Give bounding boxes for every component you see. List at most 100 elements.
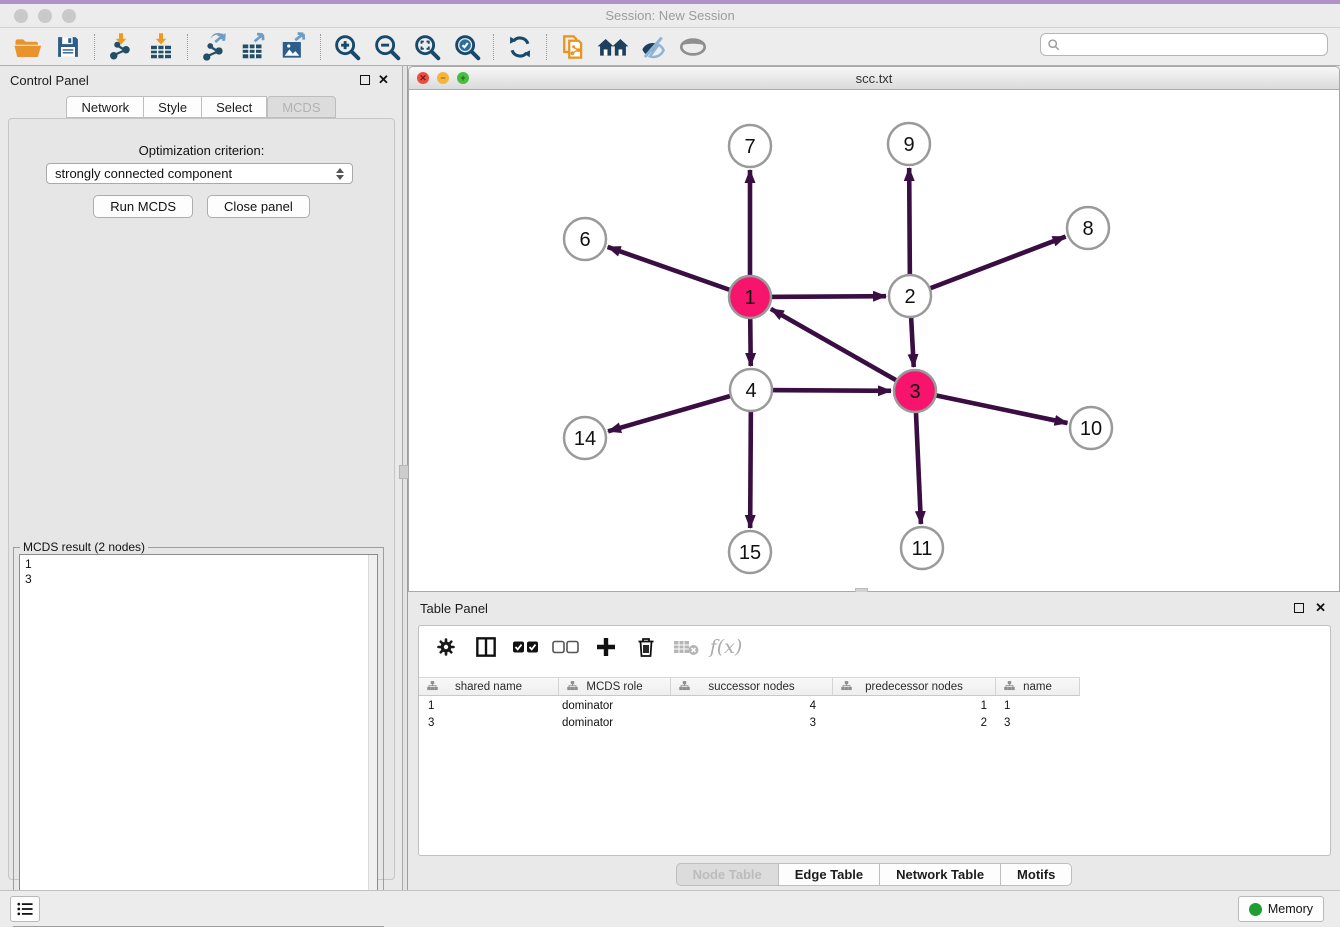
edge-3-10[interactable] [915, 391, 1068, 423]
cell[interactable]: 1 [419, 698, 559, 714]
settings-gear-icon[interactable] [431, 632, 461, 662]
node-7[interactable]: 7 [729, 125, 771, 167]
tab-network-table[interactable]: Network Table [880, 863, 1001, 886]
tab-select[interactable]: Select [202, 96, 267, 118]
node-1[interactable]: 1 [729, 276, 771, 318]
optimization-criterion-select[interactable]: strongly connected component [46, 163, 353, 184]
app-title: Session: New Session [0, 8, 1340, 23]
open-session-icon[interactable] [11, 31, 45, 63]
column-header-name[interactable]: name [996, 678, 1080, 695]
import-table-icon[interactable] [144, 31, 178, 63]
cell[interactable]: dominator [559, 698, 671, 714]
search-input[interactable] [1061, 35, 1327, 54]
select-stepper-icon [336, 168, 344, 180]
node-4[interactable]: 4 [730, 369, 772, 411]
node-6[interactable]: 6 [564, 218, 606, 260]
network-window-titlebar[interactable]: ✕ − + scc.txt [409, 67, 1339, 90]
node-11[interactable]: 11 [901, 527, 943, 569]
select-all-checkboxes-icon[interactable] [511, 632, 541, 662]
export-network-icon[interactable] [197, 31, 231, 63]
table-panel-title: Table Panel [420, 601, 488, 616]
search-box[interactable] [1040, 33, 1328, 56]
mcds-result-box: MCDS result (2 nodes) 1 3 [13, 547, 384, 927]
cell[interactable]: 3 [671, 715, 833, 731]
close-panel-icon[interactable]: ✕ [378, 72, 389, 88]
column-header-predecessor-nodes[interactable]: predecessor nodes [833, 678, 996, 695]
cell[interactable]: dominator [559, 715, 671, 731]
save-session-icon[interactable] [51, 31, 85, 63]
tab-motifs[interactable]: Motifs [1001, 863, 1072, 886]
run-mcds-button[interactable]: Run MCDS [93, 195, 193, 218]
float-table-panel-icon[interactable] [1294, 603, 1304, 613]
show-column-icon[interactable] [471, 632, 501, 662]
svg-text:2: 2 [904, 286, 915, 308]
edge-1-6[interactable] [608, 247, 750, 297]
table-header-row[interactable]: shared name MCDS role successor nodesprede… [419, 677, 1080, 696]
search-icon [1047, 38, 1061, 52]
zoom-in-icon[interactable] [330, 31, 364, 63]
node-14[interactable]: 14 [564, 417, 606, 459]
import-network-icon[interactable] [104, 31, 138, 63]
hide-graphics-details-icon[interactable] [636, 31, 670, 63]
column-header-MCDS-role[interactable]: MCDS role [559, 678, 671, 695]
float-panel-icon[interactable] [360, 75, 370, 85]
cell[interactable]: 2 [833, 715, 996, 731]
list-icon [16, 901, 34, 917]
task-history-button[interactable] [10, 896, 40, 922]
node-table-container: f(x) shared name MCDS role successor nodes… [418, 625, 1331, 856]
add-row-icon[interactable] [591, 632, 621, 662]
cell[interactable]: 3 [996, 715, 1080, 731]
close-table-panel-icon[interactable]: ✕ [1315, 600, 1326, 616]
export-image-icon[interactable] [277, 31, 311, 63]
node-10[interactable]: 10 [1070, 407, 1112, 449]
cell[interactable]: 1 [833, 698, 996, 714]
node-2[interactable]: 2 [889, 275, 931, 317]
tab-mcds[interactable]: MCDS [267, 96, 335, 118]
zoom-fit-icon[interactable] [410, 31, 444, 63]
tab-node-table[interactable]: Node Table [676, 863, 779, 886]
cell[interactable]: 4 [671, 698, 833, 714]
result-scrollbar[interactable] [368, 555, 377, 920]
node-15[interactable]: 15 [729, 531, 771, 573]
hierarchy-icon [426, 680, 439, 693]
network-graph[interactable]: 7 9 6 8 1 2 4 3 14 10 15 11 [409, 90, 1339, 591]
column-label: shared name [455, 681, 522, 693]
close-panel-button[interactable]: Close panel [207, 195, 310, 218]
apply-preferred-layout-icon[interactable] [503, 31, 537, 63]
tab-edge-table[interactable]: Edge Table [779, 863, 880, 886]
column-header-shared-name[interactable]: shared name [419, 678, 559, 695]
mcds-result-text[interactable]: 1 3 [19, 554, 378, 921]
edge-3-1[interactable] [771, 309, 915, 391]
table-row[interactable]: 3dominator323 [419, 715, 1080, 731]
delete-row-icon[interactable] [631, 632, 661, 662]
node-9[interactable]: 9 [888, 123, 930, 165]
cell[interactable]: 1 [996, 698, 1080, 714]
home-icon[interactable] [596, 31, 630, 63]
column-label: MCDS role [586, 681, 642, 693]
edge-4-14[interactable] [608, 390, 751, 431]
column-header-successor-nodes[interactable]: successor nodes [671, 678, 833, 695]
network-window-title: scc.txt [409, 71, 1339, 86]
export-table-icon[interactable] [237, 31, 271, 63]
show-graphics-details-icon[interactable] [676, 31, 710, 63]
zoom-selected-icon[interactable] [450, 31, 484, 63]
column-label: name [1023, 681, 1052, 693]
tab-network[interactable]: Network [66, 96, 144, 118]
network-canvas[interactable]: 7 9 6 8 1 2 4 3 14 10 15 11 [409, 90, 1339, 591]
unselect-all-checkboxes-icon[interactable] [551, 632, 581, 662]
clone-network-icon[interactable] [556, 31, 590, 63]
cell[interactable]: 3 [419, 715, 559, 731]
edge-2-8[interactable] [910, 237, 1066, 296]
memory-status-icon [1249, 903, 1262, 916]
function-builder-icon: f(x) [711, 632, 741, 662]
delete-table-icon[interactable] [671, 632, 701, 662]
tab-style[interactable]: Style [144, 96, 202, 118]
node-3[interactable]: 3 [894, 370, 936, 412]
memory-label: Memory [1268, 902, 1313, 916]
optimization-criterion-label: Optimization criterion: [9, 143, 394, 158]
memory-button[interactable]: Memory [1238, 896, 1324, 922]
svg-text:1: 1 [744, 287, 755, 309]
node-8[interactable]: 8 [1067, 207, 1109, 249]
table-row[interactable]: 1dominator411 [419, 698, 1080, 714]
zoom-out-icon[interactable] [370, 31, 404, 63]
